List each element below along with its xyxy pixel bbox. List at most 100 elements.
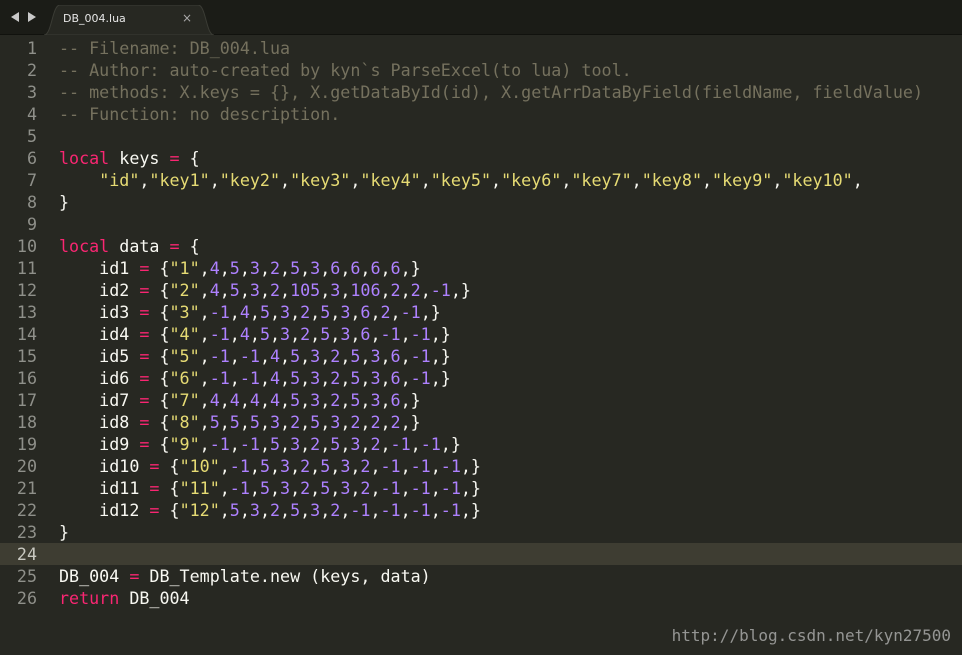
close-icon[interactable]: × xyxy=(182,11,192,25)
code-line[interactable]: 16 id6 = {"6",-1,-1,4,5,3,2,5,3,6,-1,} xyxy=(0,367,962,389)
code-number: 3 xyxy=(370,390,381,410)
code-text: DB_004 xyxy=(119,588,190,608)
code-line[interactable]: 7 "id","key1","key2","key3","key4","key5… xyxy=(0,169,962,191)
code-line[interactable]: 26 return DB_004 xyxy=(0,587,962,609)
code-text: ,} xyxy=(430,368,451,388)
code-line[interactable]: 15 id5 = {"5",-1,-1,4,5,3,2,5,3,6,-1,} xyxy=(0,345,962,367)
code-number: 3 xyxy=(249,258,260,278)
code-line[interactable]: 18 id8 = {"8",5,5,5,3,2,5,3,2,2,2,} xyxy=(0,411,962,433)
code-keyword: return xyxy=(59,588,120,608)
code-number: 5 xyxy=(320,456,331,476)
code-text: , xyxy=(360,368,371,388)
code-text: , xyxy=(350,324,361,344)
code-line[interactable]: 19 id9 = {"9",-1,-1,5,3,2,5,3,2,-1,-1,} xyxy=(0,433,962,455)
code-string: "key1" xyxy=(149,170,210,190)
code-number: 4 xyxy=(209,280,220,300)
code-number: -1 xyxy=(410,500,431,520)
code-line[interactable]: 9 xyxy=(0,213,962,235)
code-text: ,} xyxy=(460,478,481,498)
code-number: 3 xyxy=(280,456,291,476)
code-line[interactable]: 13 id3 = {"3",-1,4,5,3,2,5,3,6,2,-1,} xyxy=(0,301,962,323)
code-text: , xyxy=(259,368,270,388)
code-line[interactable]: 4 -- Function: no description. xyxy=(0,103,962,125)
code-line[interactable]: 11 id1 = {"1",4,5,3,2,5,3,6,6,6,6,} xyxy=(0,257,962,279)
code-text: DB_004 xyxy=(59,566,130,586)
code-text: , xyxy=(269,478,281,498)
code-text: , xyxy=(219,258,230,278)
code-operator: = xyxy=(139,346,150,366)
line-number: 26 xyxy=(16,588,37,608)
line-number: 9 xyxy=(26,214,37,234)
code-line[interactable]: 14 id4 = {"4",-1,4,5,3,2,5,3,6,-1,-1,} xyxy=(0,323,962,345)
code-text: id11 = {"11",-1,5,3,2,5,3,2,-1,-1,-1,} xyxy=(59,477,481,499)
code-string: "key7" xyxy=(571,170,632,190)
code-number: 6 xyxy=(350,258,361,278)
code-text: , xyxy=(229,302,240,322)
code-text: id12 = {"12",5,3,2,5,3,2,-1,-1,-1,-1,} xyxy=(59,499,481,521)
code-operator: = xyxy=(139,412,150,432)
code-number: 2 xyxy=(350,412,361,432)
code-text: , xyxy=(330,324,341,344)
code-text: , xyxy=(400,478,411,498)
triangle-left-icon[interactable] xyxy=(9,10,20,24)
code-text: { xyxy=(149,324,170,344)
code-line[interactable]: 24 xyxy=(0,543,962,565)
code-text: , xyxy=(400,368,411,388)
line-number: 17 xyxy=(16,390,37,410)
code-string: "4" xyxy=(169,324,200,344)
code-number: 6 xyxy=(390,368,401,388)
code-text: , xyxy=(370,500,381,520)
code-text: , xyxy=(360,390,371,410)
code-line[interactable]: 2 -- Author: auto-created by kyn`s ParseE… xyxy=(0,59,962,81)
code-text: , xyxy=(852,170,863,190)
code-text: id3 xyxy=(59,302,140,322)
code-text: , xyxy=(229,368,240,388)
code-line[interactable]: 20 id10 = {"10",-1,5,3,2,5,3,2,-1,-1,-1,… xyxy=(0,455,962,477)
code-text: -- methods: X.keys = {}, X.getDataById(i… xyxy=(59,81,923,103)
code-string: "8" xyxy=(169,412,200,432)
code-line[interactable]: 17 id7 = {"7",4,4,4,4,5,3,2,5,3,6,} xyxy=(0,389,962,411)
code-text: id8 xyxy=(59,412,140,432)
code-text: , xyxy=(360,258,371,278)
code-line[interactable]: 12 id2 = {"2",4,5,3,2,105,3,106,2,2,-1,} xyxy=(0,279,962,301)
code-text: , xyxy=(280,434,291,454)
code-text: , xyxy=(269,456,281,476)
code-line[interactable]: 1 -- Filename: DB_004.lua xyxy=(0,37,962,59)
line-number: 22 xyxy=(16,500,37,520)
triangle-right-icon[interactable] xyxy=(26,10,37,24)
code-number: 2 xyxy=(330,500,341,520)
code-editor[interactable]: 1 -- Filename: DB_004.lua 2 -- Author: auto… xyxy=(0,35,962,655)
code-text: , xyxy=(380,412,391,432)
code-text: , xyxy=(219,500,230,520)
code-number: 5 xyxy=(320,302,331,322)
code-number: 6 xyxy=(330,258,341,278)
code-text: } xyxy=(59,522,70,542)
code-text: , xyxy=(400,280,411,300)
code-text: id10 xyxy=(59,456,150,476)
code-text: , xyxy=(350,456,361,476)
code-line[interactable]: 3 -- methods: X.keys = {}, X.getDataById(… xyxy=(0,81,962,103)
code-line[interactable]: 22 id12 = {"12",5,3,2,5,3,2,-1,-1,-1,-1,… xyxy=(0,499,962,521)
code-line[interactable]: 10 local data = { xyxy=(0,235,962,257)
code-operator: = xyxy=(139,390,150,410)
code-text: , xyxy=(380,346,391,366)
code-number: -1 xyxy=(400,302,421,322)
code-number: 2 xyxy=(410,280,421,300)
code-line[interactable]: 23} xyxy=(0,521,962,543)
code-line[interactable]: 6 local keys = { xyxy=(0,147,962,169)
code-number: 3 xyxy=(370,346,381,366)
line-number: 23 xyxy=(16,522,37,542)
code-line[interactable]: 8} xyxy=(0,191,962,213)
tab-db-004-lua[interactable]: DB_004.lua × xyxy=(44,5,214,35)
code-text: ,} xyxy=(400,412,421,432)
code-line[interactable]: 21 id11 = {"11",-1,5,3,2,5,3,2,-1,-1,-1,… xyxy=(0,477,962,499)
code-number: 106 xyxy=(350,280,381,300)
code-text: id9 = {"9",-1,-1,5,3,2,5,3,2,-1,-1,} xyxy=(59,433,461,455)
line-number: 5 xyxy=(26,126,37,146)
code-line[interactable]: 25 DB_004 = DB_Template.new (keys, data) xyxy=(0,565,962,587)
code-text: , xyxy=(219,456,230,476)
code-number: 2 xyxy=(370,412,381,432)
code-number: 4 xyxy=(209,258,220,278)
code-number: -1 xyxy=(209,434,230,454)
code-line[interactable]: 5 xyxy=(0,125,962,147)
